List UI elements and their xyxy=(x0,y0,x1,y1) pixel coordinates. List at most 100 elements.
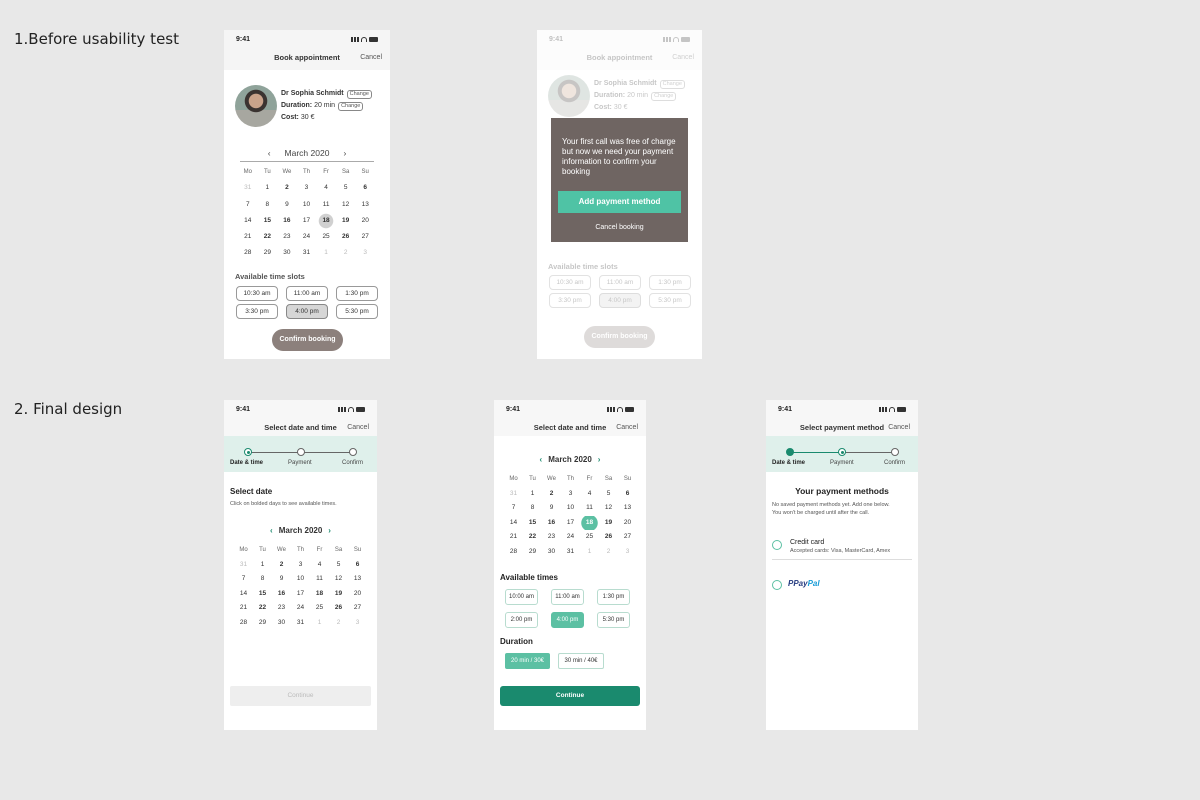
calendar-day: 27 xyxy=(361,233,369,241)
paypal-pal: Pal xyxy=(807,579,820,588)
add-payment-method-button[interactable]: Add payment method xyxy=(558,191,681,213)
time-slot-button[interactable]: 11:00 am xyxy=(599,275,641,290)
confirm-booking-button[interactable]: Confirm booking xyxy=(272,329,343,351)
step-dot-payment xyxy=(297,448,305,456)
time-slot-button[interactable]: 5:30 pm xyxy=(649,293,691,308)
time-slot-button[interactable]: 1:30 pm xyxy=(649,275,691,290)
duration-option-20[interactable]: 20 min / 30€ xyxy=(505,653,550,669)
step-dot-payment xyxy=(838,448,846,456)
calendar-day[interactable]: 16 xyxy=(272,587,291,602)
calendar-day-selected[interactable]: 18 xyxy=(316,212,336,230)
calendar-day[interactable]: 15 xyxy=(258,213,278,229)
continue-button[interactable]: Continue xyxy=(500,686,640,706)
calendar-day: 10 xyxy=(566,504,575,512)
prev-month-icon[interactable]: ‹ xyxy=(540,455,543,464)
weekday-header: Su xyxy=(361,169,369,175)
calendar-day[interactable]: 2 xyxy=(272,558,291,573)
calendar-day[interactable]: 19 xyxy=(329,587,348,602)
calendar-day[interactable]: 6 xyxy=(618,487,637,502)
doctor-name: Dr Sophia Schmidt xyxy=(281,90,344,97)
continue-button-disabled[interactable]: Continue xyxy=(230,686,371,706)
time-slot-button[interactable]: 2:00 pm xyxy=(505,612,538,628)
calendar-day[interactable]: 22 xyxy=(523,530,542,545)
old-booking-screen: 9:41 Book appointment Cancel Dr Sophia S… xyxy=(224,30,390,359)
time-slot-button[interactable]: 11:00 am xyxy=(286,286,328,301)
cancel-link[interactable]: Cancel xyxy=(360,54,382,61)
calendar-day: 5 xyxy=(606,489,611,497)
cancel-link[interactable]: Cancel xyxy=(616,424,638,431)
cancel-link[interactable]: Cancel xyxy=(347,424,369,431)
duration-option-30[interactable]: 30 min / 40€ xyxy=(558,653,604,669)
calendar-day: 28 xyxy=(509,547,518,555)
time-slot-button[interactable]: 3:30 pm xyxy=(236,304,278,319)
time-slot-button[interactable]: 1:30 pm xyxy=(336,286,378,301)
duration-value: 20 min xyxy=(314,102,336,109)
change-duration-button[interactable]: Change xyxy=(338,102,364,111)
calendar-day[interactable]: 15 xyxy=(253,587,272,602)
calendar-day: 2 xyxy=(336,618,341,626)
calendar-day: 24 xyxy=(566,533,575,541)
calendar-day[interactable]: 19 xyxy=(599,516,618,531)
time-slot-button[interactable]: 5:30 pm xyxy=(597,612,630,628)
calendar-day: 25 xyxy=(315,604,324,612)
calendar-day: 5 xyxy=(343,184,348,192)
credit-card-radio[interactable] xyxy=(772,540,782,550)
weekday-header: Mo xyxy=(239,547,248,553)
time-slot-button[interactable]: 4:00 pm xyxy=(551,612,584,628)
calendar-day[interactable]: 16 xyxy=(277,213,297,229)
time-slot-button[interactable]: 3:30 pm xyxy=(549,293,591,308)
calendar-day: 21 xyxy=(239,604,248,612)
status-time: 9:41 xyxy=(506,405,521,413)
next-month-icon[interactable]: › xyxy=(343,148,346,158)
time-slot-button[interactable]: 4:00 pm xyxy=(286,304,328,319)
calendar-day: 31 xyxy=(244,184,252,192)
calendar-day: 10 xyxy=(302,200,311,208)
calendar-day[interactable]: 26 xyxy=(329,601,348,616)
wifi-icon xyxy=(889,406,895,412)
calendar-day[interactable]: 26 xyxy=(336,229,356,245)
prev-month-icon[interactable]: ‹ xyxy=(268,148,271,158)
next-month-icon[interactable]: › xyxy=(598,455,601,464)
time-slot-button[interactable]: 10:30 am xyxy=(236,286,278,301)
time-slot-button[interactable]: 11:00 am xyxy=(551,589,584,605)
calendar-day: 9 xyxy=(549,504,554,512)
step-label-confirm: Confirm xyxy=(342,460,364,466)
calendar-day[interactable]: 26 xyxy=(599,530,618,545)
weekday-header: Sa xyxy=(604,476,613,482)
prev-month-icon[interactable]: ‹ xyxy=(270,526,273,535)
weekday-header: Tu xyxy=(259,547,266,553)
old-payment-modal-screen: 9:41 Book appointment Cancel Dr Sophia Sc… xyxy=(537,30,702,359)
weekday-header: Mo xyxy=(509,476,518,482)
step-dot-confirm xyxy=(891,448,899,456)
calendar-day[interactable]: 15 xyxy=(523,516,542,531)
calendar-day[interactable]: 2 xyxy=(277,180,297,196)
change-doctor-button[interactable]: Change xyxy=(346,90,372,99)
next-month-icon[interactable]: › xyxy=(328,526,331,535)
cancel-booking-link[interactable]: Cancel booking xyxy=(551,224,688,231)
calendar-day: 3 xyxy=(298,560,303,568)
calendar-day: 29 xyxy=(258,618,267,626)
calendar-day[interactable]: 2 xyxy=(542,487,561,502)
weekday-header: Sa xyxy=(341,169,350,175)
paypal-radio[interactable] xyxy=(772,580,782,590)
time-slot-button[interactable]: 10:00 am xyxy=(505,589,538,605)
calendar-day[interactable]: 22 xyxy=(258,229,278,245)
calendar-day-selected[interactable]: 18 xyxy=(580,515,599,531)
calendar-day: 11 xyxy=(316,575,323,583)
time-slot-button[interactable]: 10:30 am xyxy=(549,275,591,290)
calendar-day[interactable]: 22 xyxy=(253,601,272,616)
calendar-day[interactable]: 19 xyxy=(336,213,356,229)
cost-label: Cost: xyxy=(594,104,612,111)
time-slot-button[interactable]: 4:00 pm xyxy=(599,293,641,308)
calendar-day[interactable]: 18 xyxy=(310,587,329,602)
cost-label: Cost: xyxy=(281,114,299,121)
calendar-day[interactable]: 6 xyxy=(355,180,375,196)
calendar-day[interactable]: 16 xyxy=(542,516,561,531)
calendar-day[interactable]: 6 xyxy=(348,558,367,573)
time-slot-button[interactable]: 1:30 pm xyxy=(597,589,630,605)
step-label-date: Date & time xyxy=(230,460,264,466)
cancel-link[interactable]: Cancel xyxy=(888,424,910,431)
time-slot-button[interactable]: 5:30 pm xyxy=(336,304,378,319)
cost-value: 30 € xyxy=(613,104,628,111)
weekday-header: Th xyxy=(566,476,574,482)
